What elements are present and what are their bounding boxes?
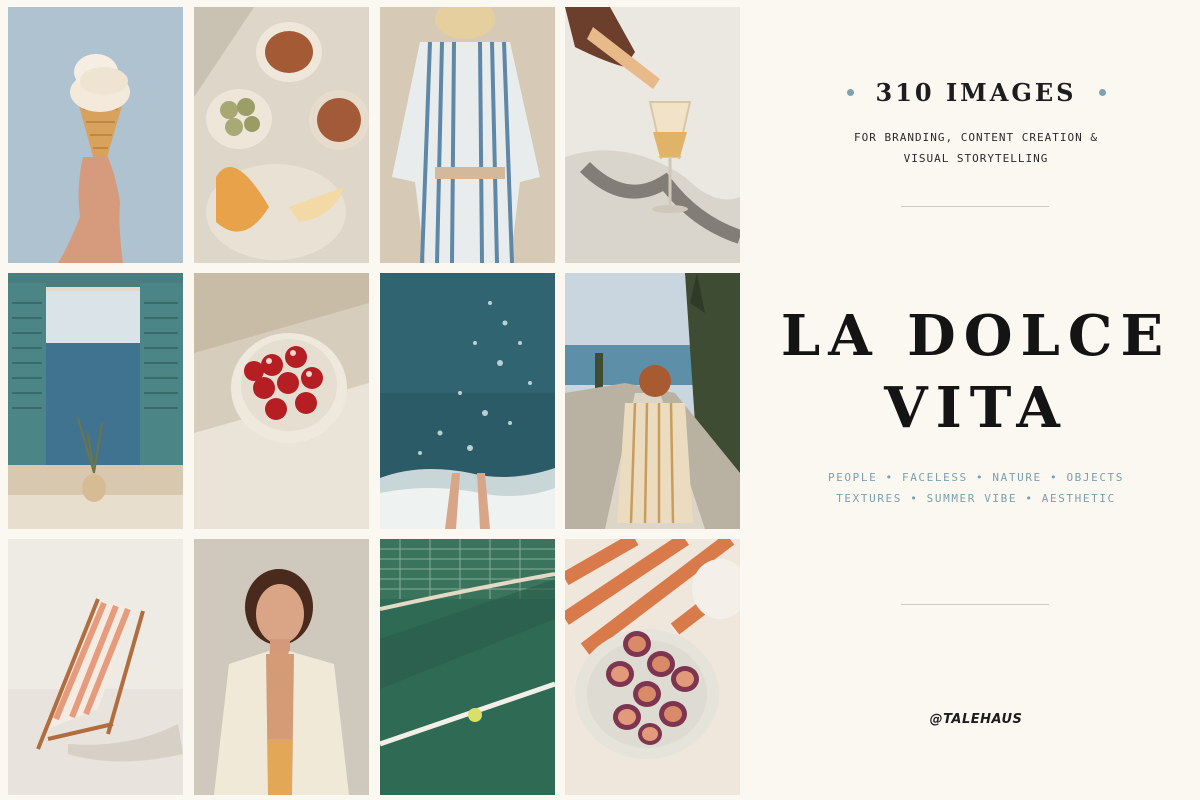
left-dot-icon — [846, 89, 854, 96]
top-divider — [901, 206, 1049, 207]
subtitle-line-1: FOR BRANDING, CONTENT CREATION & — [854, 131, 1098, 144]
info-panel: 310 IMAGES FOR BRANDING, CONTENT CREATIO… — [760, 0, 1192, 800]
tags-line-1: PEOPLE • FACELESS • NATURE • OBJECTS — [827, 471, 1124, 484]
bottom-divider — [901, 604, 1049, 605]
photo-striped-shirt — [380, 7, 555, 263]
subtitle-line-2: VISUAL STORYTELLING — [903, 152, 1049, 165]
brand-handle: @TALEHAUS — [929, 712, 1023, 727]
photo-figs-plate — [565, 539, 740, 795]
photo-window-view — [8, 273, 183, 529]
right-dot-icon — [1098, 89, 1106, 96]
photo-grid — [8, 7, 740, 795]
photo-ice-cream — [8, 7, 183, 263]
image-count-row: 310 IMAGES — [760, 78, 1192, 107]
photo-snack-bowls — [194, 7, 369, 263]
photo-wine-pour — [565, 7, 740, 263]
page-title: LA DOLCE VITA — [760, 300, 1192, 444]
title-line-2: VITA — [884, 375, 1068, 441]
title-line-1: LA DOLCE — [780, 303, 1172, 369]
photo-beach-chair — [8, 539, 183, 795]
photo-cherry-bowl — [194, 273, 369, 529]
photo-sea-water — [380, 273, 555, 529]
photo-woman-portrait — [194, 539, 369, 795]
subtitle: FOR BRANDING, CONTENT CREATION & VISUAL … — [760, 127, 1192, 169]
image-count: 310 IMAGES — [875, 78, 1077, 107]
photo-tennis-court — [380, 539, 555, 795]
photo-woman-path — [565, 273, 740, 529]
tags-line-2: TEXTURES • SUMMER VIBE • AESTHETIC — [836, 492, 1116, 505]
category-tags: PEOPLE • FACELESS • NATURE • OBJECTS TEX… — [760, 467, 1192, 509]
